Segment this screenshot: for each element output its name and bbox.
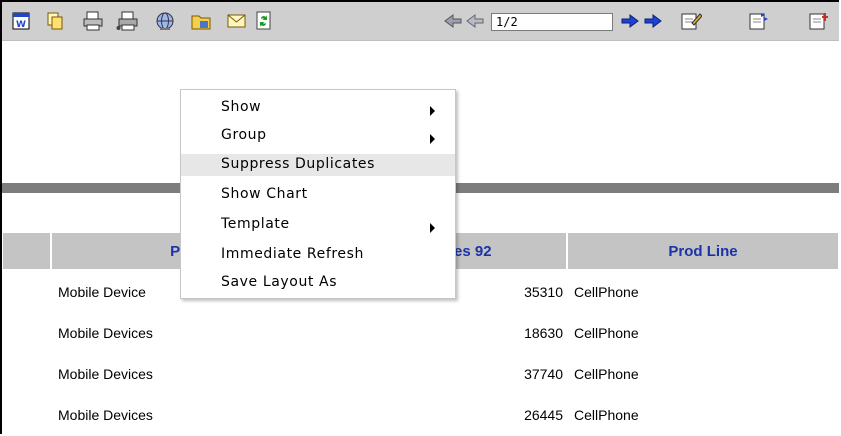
svg-text:W: W xyxy=(16,20,26,30)
submenu-arrow-icon xyxy=(430,223,435,233)
menu-item-label: Save Layout As xyxy=(221,274,338,290)
context-menu: Show Group Suppress Duplicates Show Char… xyxy=(180,89,456,299)
print-setup-icon[interactable] xyxy=(116,11,138,31)
cell-sales: 37740 xyxy=(524,366,563,382)
cell-product: Mobile Devices xyxy=(58,407,153,423)
table-row: Mobile Devices 37740 CellPhone xyxy=(2,354,839,394)
last-page-icon[interactable] xyxy=(642,11,664,31)
report-viewer: W 1/2 Pr es 92 Prod Line Mobile Device 3… xyxy=(0,0,839,434)
menu-item-label: Immediate Refresh xyxy=(221,246,364,262)
header-prod-line[interactable]: Prod Line xyxy=(567,232,839,270)
edit-query-icon[interactable] xyxy=(748,11,770,31)
cell-product: Mobile Device xyxy=(58,284,146,300)
menu-item-immediate-refresh[interactable]: Immediate Refresh xyxy=(181,244,455,266)
word-export-icon[interactable]: W xyxy=(10,11,32,31)
submenu-arrow-icon xyxy=(430,106,435,116)
header-row-selector[interactable] xyxy=(2,232,51,270)
cell-prod-line: CellPhone xyxy=(574,366,639,382)
menu-item-group[interactable]: Group xyxy=(181,125,455,147)
copy-icon[interactable] xyxy=(44,11,66,31)
menu-item-template[interactable]: Template xyxy=(181,214,455,236)
email-icon[interactable] xyxy=(226,11,248,31)
cell-sales: 35310 xyxy=(524,284,563,300)
edit-report-icon[interactable] xyxy=(680,11,702,31)
cell-product: Mobile Devices xyxy=(58,325,153,341)
submenu-arrow-icon xyxy=(430,134,435,144)
menu-item-label: Template xyxy=(221,216,290,232)
print-icon[interactable] xyxy=(82,11,104,31)
page-number-input[interactable]: 1/2 xyxy=(491,13,613,31)
menu-item-label: Show Chart xyxy=(221,186,308,202)
menu-item-save-layout-as[interactable]: Save Layout As xyxy=(181,272,455,294)
cell-sales: 26445 xyxy=(524,407,563,423)
export-settings-icon[interactable] xyxy=(808,11,830,31)
cell-prod-line: CellPhone xyxy=(574,325,639,341)
first-page-icon[interactable] xyxy=(442,11,464,31)
cell-prod-line: CellPhone xyxy=(574,407,639,423)
menu-item-label: Suppress Duplicates xyxy=(221,156,376,172)
table-row: Mobile Devices 18630 CellPhone xyxy=(2,313,839,353)
cell-prod-line: CellPhone xyxy=(574,284,639,300)
menu-item-show[interactable]: Show xyxy=(181,97,455,119)
header-sales-label: es 92 xyxy=(454,242,492,260)
globe-icon[interactable] xyxy=(154,11,176,31)
cell-product: Mobile Devices xyxy=(58,366,153,382)
previous-page-icon[interactable] xyxy=(464,11,486,31)
cell-sales: 18630 xyxy=(524,325,563,341)
folder-icon[interactable] xyxy=(190,11,212,31)
next-page-icon[interactable] xyxy=(619,11,641,31)
menu-item-label: Show xyxy=(221,99,262,115)
menu-item-label: Group xyxy=(221,127,267,143)
menu-item-suppress-duplicates[interactable]: Suppress Duplicates xyxy=(181,154,455,176)
menu-item-show-chart[interactable]: Show Chart xyxy=(181,184,455,206)
refresh-icon[interactable] xyxy=(253,11,275,31)
toolbar: W 1/2 xyxy=(2,2,839,41)
table-row: Mobile Devices 26445 CellPhone xyxy=(2,395,839,434)
